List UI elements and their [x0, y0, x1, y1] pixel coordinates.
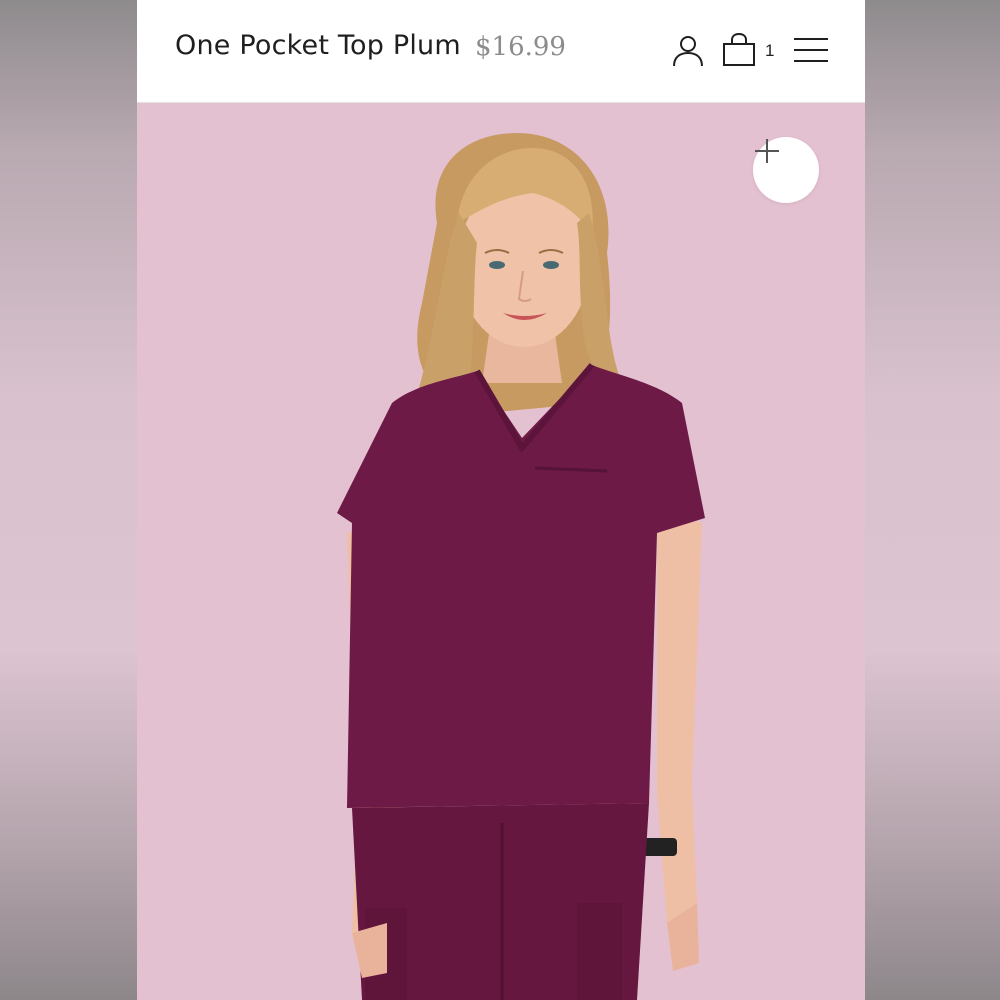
zoom-add-button[interactable]: [753, 137, 819, 203]
account-icon: [673, 36, 703, 67]
product-header: One Pocket Top Plum $16.99 1: [137, 0, 865, 103]
plus-icon: [755, 139, 779, 163]
blurred-background-left: [0, 0, 137, 1000]
product-title: One Pocket Top Plum: [175, 30, 461, 61]
product-page: One Pocket Top Plum $16.99 1: [137, 0, 865, 1000]
product-price: $16.99: [475, 32, 566, 62]
model-photo: [337, 133, 705, 1000]
hamburger-menu-icon: [794, 38, 828, 62]
screen: One Pocket Top Plum $16.99 1: [0, 0, 1000, 1000]
product-image[interactable]: [137, 103, 865, 1000]
blurred-background-right: [865, 0, 1000, 1000]
shopping-bag-icon: [723, 32, 755, 66]
account-button[interactable]: [671, 33, 705, 69]
cart-button[interactable]: [721, 32, 757, 68]
menu-button[interactable]: [793, 36, 829, 64]
cart-count-badge: 1: [765, 41, 775, 60]
